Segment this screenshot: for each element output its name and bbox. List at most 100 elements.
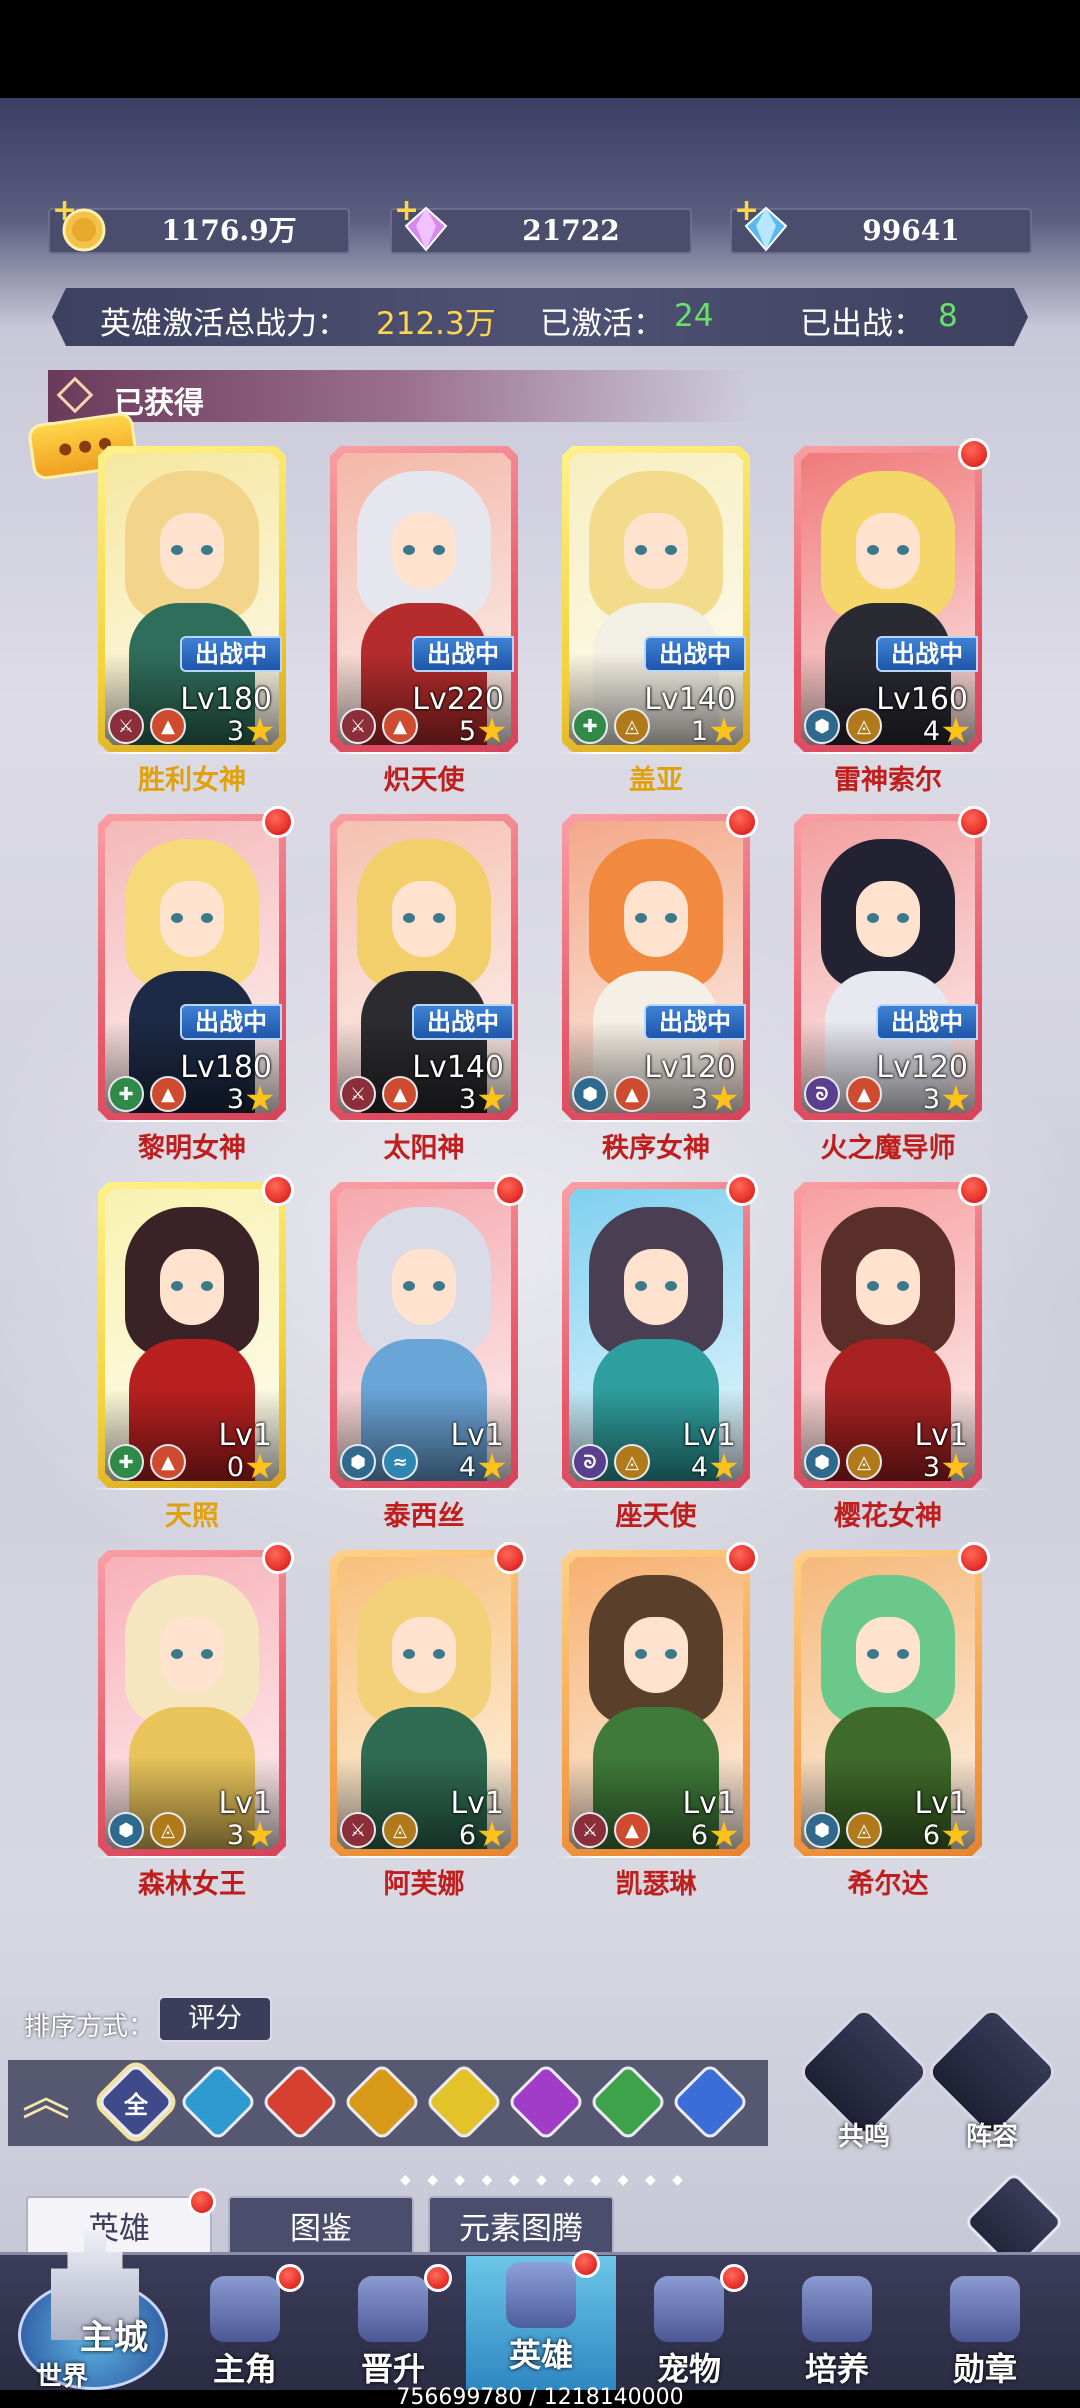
activated-value: 24 [674,298,714,334]
hero-name: 秩序女神 [602,1133,710,1164]
card-divider [92,1488,292,1490]
hero-name: 泰西丝 [383,1501,465,1532]
add-gold-icon[interactable]: + [52,196,77,226]
nav-label: 培养 [804,2350,869,2388]
add-blue-diamond-icon[interactable]: + [734,196,759,226]
sword-element-icon: ⚔ [108,708,144,744]
tab-codex[interactable]: 图鉴 [228,2196,414,2258]
obtained-section-header: 已获得 [48,370,748,422]
sword-element-icon: ⚔ [340,1812,376,1848]
hero-card[interactable]: Lv1 6 ⚔ ▲ [562,1542,758,1856]
star-count: 0 [226,1451,244,1483]
earth-element-icon: ◬ [846,708,882,744]
hero-card[interactable]: 出战中 Lv140 3 ⚔ ▲ [330,814,518,1120]
star-count: 3 [922,1083,940,1115]
hero-card[interactable]: Lv1 6 ⬢ ◬ [794,1542,990,1856]
fire-element-icon: ▲ [382,708,418,744]
nav-item-3[interactable]: 宠物 [614,2264,764,2390]
star-icon [246,1453,274,1479]
star-count: 3 [226,715,244,747]
hero-card[interactable]: 出战中 Lv140 1 ✚ ◬ [562,446,750,752]
tab-element-totem[interactable]: 元素图腾 [428,2196,614,2258]
earth-element-icon: ◬ [846,1444,882,1480]
nav-item-0[interactable]: 主角 [170,2264,320,2390]
add-pink-diamond-icon[interactable]: + [394,196,419,226]
hero-card[interactable]: Lv1 3 ⬢ ◬ [98,1542,294,1856]
hero-stars: 0 [226,1451,274,1483]
main-city-button[interactable]: 主城 世界 [10,2210,180,2392]
hero-level: Lv160 [876,682,968,717]
hero-level: Lv1 [914,1418,968,1453]
blue-diamond-currency[interactable]: + 99641 [730,196,1032,254]
card-divider [556,1120,756,1122]
hero-card[interactable]: 出战中 Lv180 3 ✚ ▲ [98,806,294,1120]
nav-item-4[interactable]: 培养 [762,2270,912,2390]
hero-card[interactable]: 出战中 Lv180 3 ⚔ ▲ [98,446,286,752]
notification-dot [494,1174,526,1206]
fire-element-icon: ▲ [614,1076,650,1112]
nav-item-2[interactable]: 英雄 [466,2250,616,2392]
hero-level: Lv1 [218,1786,272,1821]
filter-label: 全 [124,2090,148,2119]
notification-dot [494,1542,526,1574]
hero-stars: 3 [227,1084,274,1115]
filter-label [357,2077,407,2127]
hero-card[interactable]: Lv1 0 ✚ ▲ [98,1174,294,1488]
star-icon [246,1085,274,1111]
footer-progress-numbers: 756699780 / 1218140000 [396,2385,684,2408]
card-divider [324,1488,524,1490]
nav-label: 宠物 [656,2350,721,2388]
hero-stars: 3 [922,1083,970,1115]
hero-card[interactable]: Lv1 4 ᘐ ◬ [562,1174,758,1488]
hero-card[interactable]: Lv1 3 ⬢ ◬ [794,1174,990,1488]
hero-stars: 6 [922,1819,970,1851]
collapse-chevron-icon[interactable]: ︽ [22,2074,70,2122]
main-city-label: 主城 [80,2318,148,2358]
shield-element-icon: ⬢ [108,1812,144,1848]
gold-value: 1176.9万 [161,214,297,247]
filter-label [193,2077,243,2127]
pink-diamond-currency[interactable]: + 21722 [390,196,692,254]
hero-card[interactable]: 出战中 Lv120 3 ᘐ ▲ [794,806,990,1120]
element-eye-icon[interactable] [963,2171,1065,2258]
resonance-button[interactable]: 共鸣 [796,2004,932,2152]
deployed-value: 8 [938,298,958,334]
sort-button[interactable]: 评分 [158,1996,272,2042]
card-divider [556,752,756,754]
deployed-badge: 出战中 [876,636,978,672]
hero-card[interactable]: Lv1 4 ⬢ ≈ [330,1174,526,1488]
gold-currency[interactable]: + 1176.9万 [48,196,350,254]
hero-card[interactable]: 出战中 Lv120 3 ⬢ ▲ [562,806,758,1120]
hero-name: 森林女王 [138,1869,246,1900]
hero-card[interactable]: Lv1 6 ⚔ ◬ [330,1542,526,1856]
card-divider [788,1488,988,1490]
hero-name: 胜利女神 [138,765,246,796]
hero-stars: 3 [459,1084,506,1115]
earth-element-icon: ◬ [614,708,650,744]
notification-dot [726,1542,758,1574]
hero-level: Lv140 [412,1050,504,1085]
activated-label: 已激活： [540,306,664,342]
lineup-button[interactable]: 阵容 [924,2004,1060,2152]
star-count: 6 [922,1819,940,1851]
hero-card[interactable]: 出战中 Lv220 5 ⚔ ▲ [330,446,518,752]
hero-level: Lv140 [644,682,736,717]
magic-element-icon: ᘐ [572,1444,608,1480]
nav-item-1[interactable]: 晋升 [318,2264,468,2390]
notification-dot [262,1542,294,1574]
shield-element-icon: ⬢ [804,708,840,744]
sword-element-icon: ⚔ [340,708,376,744]
filter-label [603,2077,653,2127]
hero-level: Lv1 [450,1418,504,1453]
notification-dot [424,2264,452,2292]
power-summary-bar: 英雄激活总战力： 212.3万 已激活： 24 已出战： 8 [52,288,1028,346]
hero-stars: 3 [691,1084,738,1115]
fire-element-icon: ▲ [150,1444,186,1480]
magic-element-icon: ᘐ [804,1076,840,1112]
hero-stars: 5 [459,716,506,747]
earth-element-icon: ◬ [614,1444,650,1480]
notification-dot [572,2250,600,2278]
nav-item-5[interactable]: 勋章 [910,2270,1060,2390]
hero-card[interactable]: 出战中 Lv160 4 ⬢ ◬ [794,438,990,752]
lineup-label: 阵容 [965,2122,1018,2152]
